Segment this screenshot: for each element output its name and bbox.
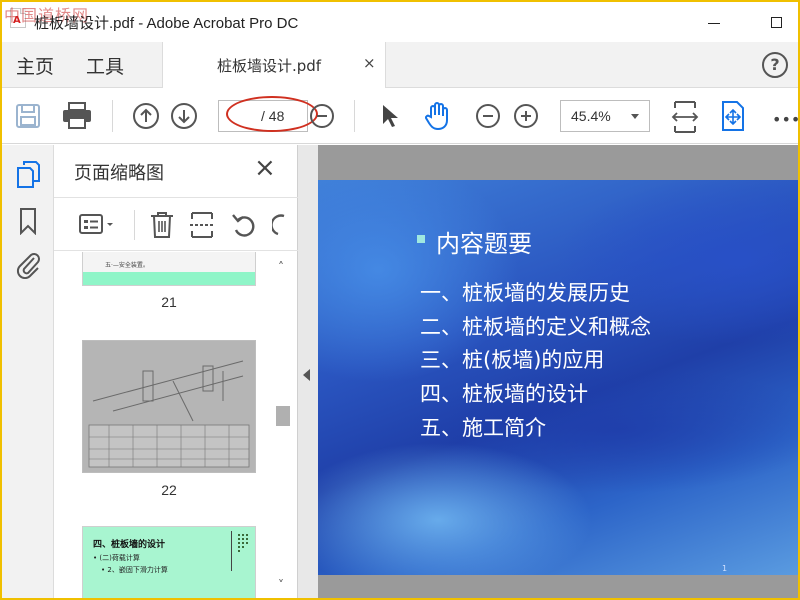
navigation-rail xyxy=(2,145,54,598)
save-icon[interactable] xyxy=(14,102,42,130)
zoom-in-icon[interactable] xyxy=(512,102,540,130)
next-page-icon[interactable] xyxy=(170,102,198,130)
thumbnail-page-22[interactable] xyxy=(82,340,256,473)
rotate-counterclockwise-icon[interactable] xyxy=(230,212,258,238)
slide-list-item: 五、施工简介 xyxy=(420,416,546,440)
chevron-down-icon xyxy=(631,114,639,119)
annotation-oval xyxy=(226,96,318,132)
thumbnail-line: • 2、嵌固下滑力计算 xyxy=(101,566,168,574)
thumbnail-page-number: 22 xyxy=(161,482,177,498)
maximize-button[interactable] xyxy=(764,10,788,34)
thumbnail-dots-decoration xyxy=(238,534,248,552)
attachment-icon[interactable] xyxy=(14,249,42,279)
thumbnail-page-number: 21 xyxy=(161,294,177,310)
thumbnail-line: • (二)荷载计算 xyxy=(93,554,140,562)
thumbnail-page-23[interactable]: 四、桩板墙的设计 • (二)荷载计算 • 2、嵌固下滑力计算 xyxy=(82,526,256,598)
delete-icon[interactable] xyxy=(148,210,176,240)
toolbar-separator xyxy=(354,100,355,132)
bookmark-icon[interactable] xyxy=(17,207,39,235)
slide-page-mark: 1 xyxy=(722,564,728,573)
slide-title: 内容题要 xyxy=(436,230,532,258)
help-icon[interactable]: ? xyxy=(762,52,788,78)
zoom-value: 45.4% xyxy=(571,108,611,124)
zoom-icon[interactable] xyxy=(308,102,336,130)
chevron-left-icon xyxy=(303,369,310,381)
options-menu-icon[interactable] xyxy=(78,212,118,238)
thumbnail-heading: 四、桩板墙的设计 xyxy=(93,540,166,550)
hand-tool-icon[interactable] xyxy=(422,100,454,132)
thumbnail-text: 五·—安全装置。 xyxy=(105,262,149,269)
slide-list-item: 四、桩板墙的设计 xyxy=(420,382,588,406)
extract-pages-icon[interactable] xyxy=(188,210,216,240)
bullet-square-icon xyxy=(417,235,425,243)
page-thumbnails-icon[interactable] xyxy=(15,159,41,189)
scroll-down-arrow-icon[interactable]: ˅ xyxy=(278,578,284,592)
zoom-level-select[interactable]: 45.4% xyxy=(560,100,650,132)
toolbar-separator xyxy=(134,210,135,240)
fit-page-icon[interactable] xyxy=(670,100,700,134)
acrobat-window: A 中国道桥网 桩板墙设计.pdf - Adobe Acrobat Pro DC… xyxy=(2,2,798,598)
slide-page: 内容题要 一、桩板墙的发展历史 二、桩板墙的定义和概念 三、桩(板墙)的应用 四… xyxy=(318,180,798,575)
tab-tools[interactable]: 工具 xyxy=(86,52,124,79)
thumbnail-page-21[interactable]: 五·—安全装置。 xyxy=(82,252,256,286)
tab-home[interactable]: 主页 xyxy=(16,52,54,79)
toolbar: / 48 45.4% ••• xyxy=(2,88,798,144)
previous-page-icon[interactable] xyxy=(132,102,160,130)
title-bar: A 中国道桥网 桩板墙设计.pdf - Adobe Acrobat Pro DC xyxy=(2,2,798,42)
tab-document[interactable]: 桩板墙设计.pdf × xyxy=(162,42,386,88)
thumbnail-scrollbar[interactable]: ˄ ˅ xyxy=(272,252,294,598)
full-screen-icon[interactable] xyxy=(719,100,747,132)
more-options-icon[interactable]: ••• xyxy=(772,110,798,129)
select-cursor-icon[interactable] xyxy=(378,102,402,130)
thumbnail-list: 五·—安全装置。 21 22 四、桩板墙的设计 • (二)荷载计算 • 2、嵌固… xyxy=(54,252,298,598)
tab-bar: 主页 工具 桩板墙设计.pdf × ? xyxy=(2,42,798,88)
slide-list-item: 三、桩(板墙)的应用 xyxy=(420,348,605,372)
rotate-clockwise-icon[interactable] xyxy=(272,212,286,238)
scrollbar-thumb[interactable] xyxy=(276,406,290,426)
scroll-up-arrow-icon[interactable]: ˄ xyxy=(278,260,284,274)
document-tab-label: 桩板墙设计.pdf xyxy=(217,57,322,75)
print-icon[interactable] xyxy=(61,101,93,131)
thumbnails-panel: 页面缩略图 × 五·—安全装置。 21 22 四、桩板墙的设计 • (二)荷载计… xyxy=(54,145,298,598)
thumbnail-toolbar xyxy=(54,197,298,251)
document-view[interactable]: 内容题要 一、桩板墙的发展历史 二、桩板墙的定义和概念 三、桩(板墙)的应用 四… xyxy=(318,145,798,598)
thumbnail-image xyxy=(83,341,255,472)
toolbar-separator xyxy=(112,100,113,132)
minimize-button[interactable] xyxy=(702,10,726,34)
collapse-panel-handle[interactable] xyxy=(298,145,318,598)
slide-list-item: 二、桩板墙的定义和概念 xyxy=(420,315,651,339)
window-title: 桩板墙设计.pdf - Adobe Acrobat Pro DC xyxy=(34,15,299,32)
close-panel-button[interactable]: × xyxy=(254,155,276,181)
slide-list-item: 一、桩板墙的发展历史 xyxy=(420,281,630,305)
panel-title: 页面缩略图 xyxy=(74,163,164,184)
close-tab-button[interactable]: × xyxy=(363,54,376,72)
zoom-out-icon[interactable] xyxy=(474,102,502,130)
